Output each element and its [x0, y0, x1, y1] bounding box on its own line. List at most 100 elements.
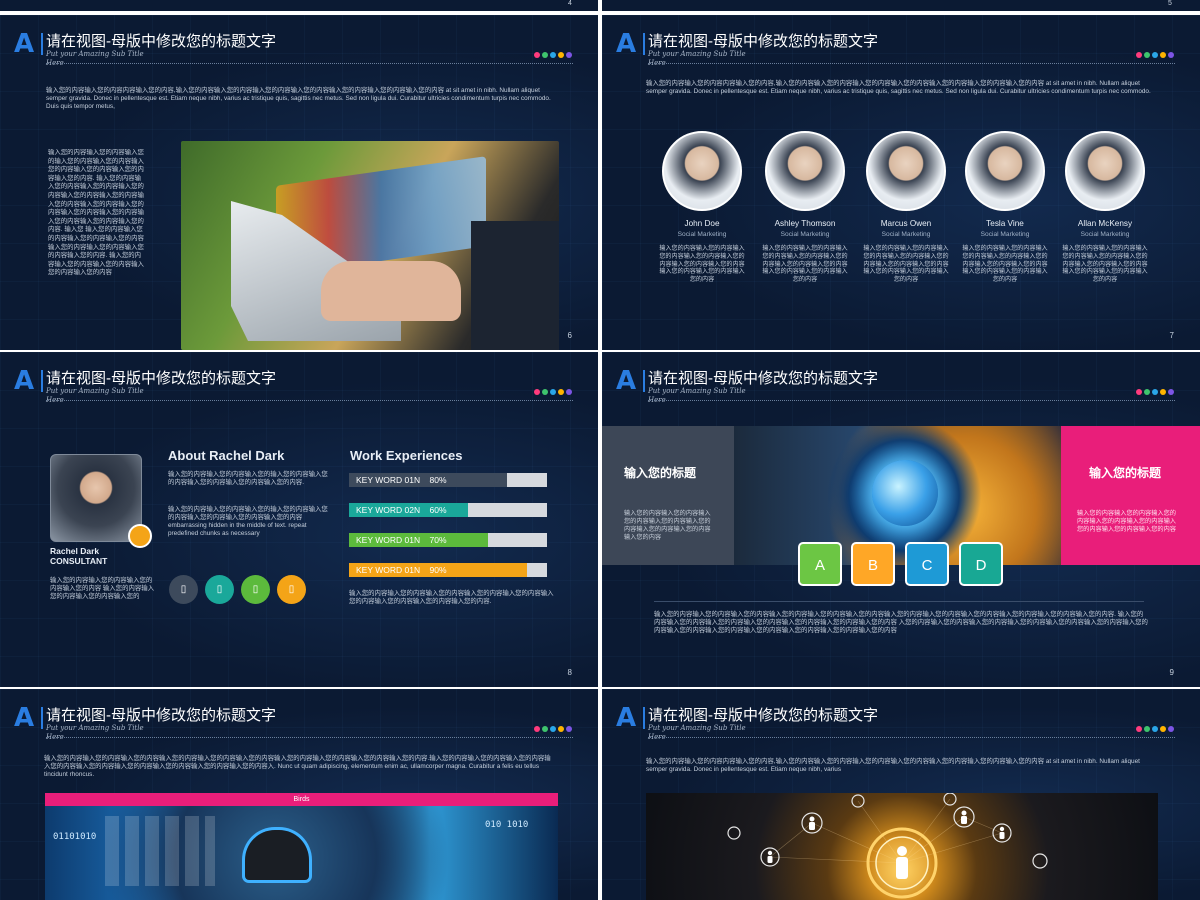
- person-desc: 输入您的内容输入您的内容输入您的内容输入您的内容输入您的内容输入您的内容输入您的…: [659, 245, 745, 284]
- slide-subtitle: Put your Amazing Sub Title Here: [648, 387, 746, 404]
- tile-d[interactable]: D: [959, 542, 1003, 586]
- slide-title: 请在视图-母版中修改您的标题文字: [648, 370, 878, 387]
- skill-bar: KEY WORD 01N 90%: [349, 563, 547, 577]
- profile-text: 输入您的内容输入您的内容输入您的内容输入您的内容 输入您的内容输入您的内容输入您…: [50, 577, 155, 600]
- tile-letter: B: [867, 557, 878, 574]
- skill-percent: 80%: [429, 475, 447, 485]
- slide-11[interactable]: A 请在视图-母版中修改您的标题文字 Put your Amazing Sub …: [602, 689, 1200, 900]
- color-dots: [534, 389, 572, 395]
- intro-text: 输入您的内容输入您的内容内容输入您的内容,输入您的内容输入您的内容输入您的内容输…: [46, 87, 551, 111]
- skill-fill: KEY WORD 01N 80%: [349, 473, 508, 487]
- slide-6[interactable]: A 请在视图-母版中修改您的标题文字 Put your Amazing Sub …: [0, 15, 598, 350]
- title-divider: [46, 63, 573, 64]
- dot: [1168, 726, 1174, 732]
- dot: [1144, 726, 1150, 732]
- tile-a[interactable]: A: [798, 542, 842, 586]
- title-divider: [648, 737, 1175, 738]
- skill-percent: 90%: [429, 565, 447, 575]
- slide-title: 请在视图-母版中修改您的标题文字: [648, 33, 878, 50]
- dot: [1136, 726, 1142, 732]
- slide-title: 请在视图-母版中修改您的标题文字: [46, 370, 276, 387]
- person-desc: 输入您的内容输入您的内容输入您的内容输入您的内容输入您的内容输入您的内容输入您的…: [962, 245, 1048, 284]
- dot: [1136, 389, 1142, 395]
- dot: [1168, 389, 1174, 395]
- page-number: 8: [567, 668, 572, 677]
- about-paragraph-2: 输入您的内容输入您的内容输入您的输入您的内容输入您的内容输入您的内容输入您的内容…: [168, 506, 328, 537]
- intro-text: 输入您的内容输入您的内容内容输入您的内容,输入您的内容输入您的内容输入您的内容输…: [646, 80, 1151, 96]
- logo-a-icon: A: [616, 368, 645, 394]
- skill-label: KEY WORD 01N: [356, 475, 421, 485]
- person-role: Social Marketing: [980, 231, 1030, 238]
- profile-badge: [128, 524, 152, 548]
- skill-bar: KEY WORD 02N 60%: [349, 503, 547, 517]
- banner-label: Birds: [293, 796, 310, 803]
- logo-a-icon: A: [14, 368, 43, 394]
- skill-fill: KEY WORD 01N 70%: [349, 533, 488, 547]
- dot: [566, 52, 572, 58]
- title-divider: [46, 400, 573, 401]
- slide-title: 请在视图-母版中修改您的标题文字: [46, 33, 276, 50]
- left-panel-title: 输入您的标题: [624, 466, 697, 480]
- side-text: 输入您的内容输入您的内容输入您的输入您的内容输入您的内容输入您的内容输入您的内容…: [48, 149, 144, 277]
- skill-percent: 60%: [429, 505, 447, 515]
- person-silhouette: [245, 830, 309, 880]
- network-photo: [646, 793, 1158, 900]
- color-dots: [1136, 52, 1174, 58]
- avatar: [662, 131, 742, 211]
- tech-photo: 01101010 010 1010: [45, 806, 558, 900]
- tile-letter: A: [814, 557, 825, 574]
- slide-7[interactable]: A 请在视图-母版中修改您的标题文字 Put your Amazing Sub …: [602, 15, 1200, 350]
- icon-circle-phone[interactable]: ▯: [241, 575, 270, 604]
- slide-subtitle: Put your Amazing Sub Title Here: [648, 724, 746, 741]
- person-card: Tesla Vine Social Marketing 输入您的内容输入您的内容…: [959, 131, 1051, 331]
- top-strip-left: [0, 0, 598, 11]
- skill-bar: KEY WORD 01N 80%: [349, 473, 547, 487]
- icon-circle-mail[interactable]: ▯: [205, 575, 234, 604]
- dot: [534, 52, 540, 58]
- slide-9[interactable]: A 请在视图-母版中修改您的标题文字 Put your Amazing Sub …: [602, 352, 1200, 687]
- logo-a-icon: A: [14, 31, 43, 57]
- avatar: [866, 131, 946, 211]
- skill-bar: KEY WORD 01N 70%: [349, 533, 547, 547]
- device-icon: ▯: [216, 584, 223, 595]
- top-strip-right: [602, 0, 1200, 11]
- tile-c[interactable]: C: [905, 542, 949, 586]
- dot: [558, 726, 564, 732]
- about-paragraph-1: 输入您的内容输入您的内容输入您的输入您的内容输入您的内容输入您的内容输入您的内容…: [168, 471, 328, 486]
- page-number: 7: [1169, 331, 1174, 340]
- dot: [1160, 52, 1166, 58]
- icon-circle-user[interactable]: ▯: [169, 575, 198, 604]
- dot: [1152, 52, 1158, 58]
- top-page-number-right: 5: [1168, 0, 1172, 7]
- device-icon: ▯: [252, 584, 259, 595]
- slide-8[interactable]: A 请在视图-母版中修改您的标题文字 Put your Amazing Sub …: [0, 352, 598, 687]
- dot: [542, 389, 548, 395]
- person-card: Allan McKensy Social Marketing 输入您的内容输入您…: [1059, 131, 1151, 331]
- page-number: 6: [567, 331, 572, 340]
- person-desc: 输入您的内容输入您的内容输入您的内容输入您的内容输入您的内容输入您的内容输入您的…: [762, 245, 848, 284]
- binary-text: 010 1010: [485, 820, 529, 830]
- slide-10[interactable]: A 请在视图-母版中修改您的标题文字 Put your Amazing Sub …: [0, 689, 598, 900]
- hands-shape: [321, 261, 461, 321]
- work-text: 输入您的内容输入您的内容输入您的内容输入您的内容输入您的内容输入您的内容输入您的…: [349, 590, 554, 605]
- person-desc: 输入您的内容输入您的内容输入您的内容输入您的内容输入您的内容输入您的内容输入您的…: [1062, 245, 1148, 284]
- logo-a-icon: A: [616, 31, 645, 57]
- dot: [1168, 52, 1174, 58]
- tile-b[interactable]: B: [851, 542, 895, 586]
- tile-letter: D: [975, 557, 987, 574]
- color-dots: [1136, 726, 1174, 732]
- photo-grid: [105, 816, 215, 886]
- tile-letter: C: [921, 557, 933, 574]
- dot: [1136, 52, 1142, 58]
- right-panel-title: 输入您的标题: [1089, 466, 1162, 480]
- icon-circle-web[interactable]: ▯: [277, 575, 306, 604]
- bottom-text: 输入您的内容输入您的内容输入您的内容输入您的内容输入您的内容输入您的内容输入您的…: [654, 611, 1148, 634]
- dot: [1160, 389, 1166, 395]
- person-card: Marcus Owen Social Marketing 输入您的内容输入您的内…: [860, 131, 952, 331]
- binary-text: 01101010: [53, 832, 97, 842]
- person-name: John Doe: [684, 219, 720, 228]
- dot: [566, 726, 572, 732]
- skill-percent: 70%: [429, 535, 447, 545]
- dot: [1160, 726, 1166, 732]
- logo-a-icon: A: [616, 705, 645, 731]
